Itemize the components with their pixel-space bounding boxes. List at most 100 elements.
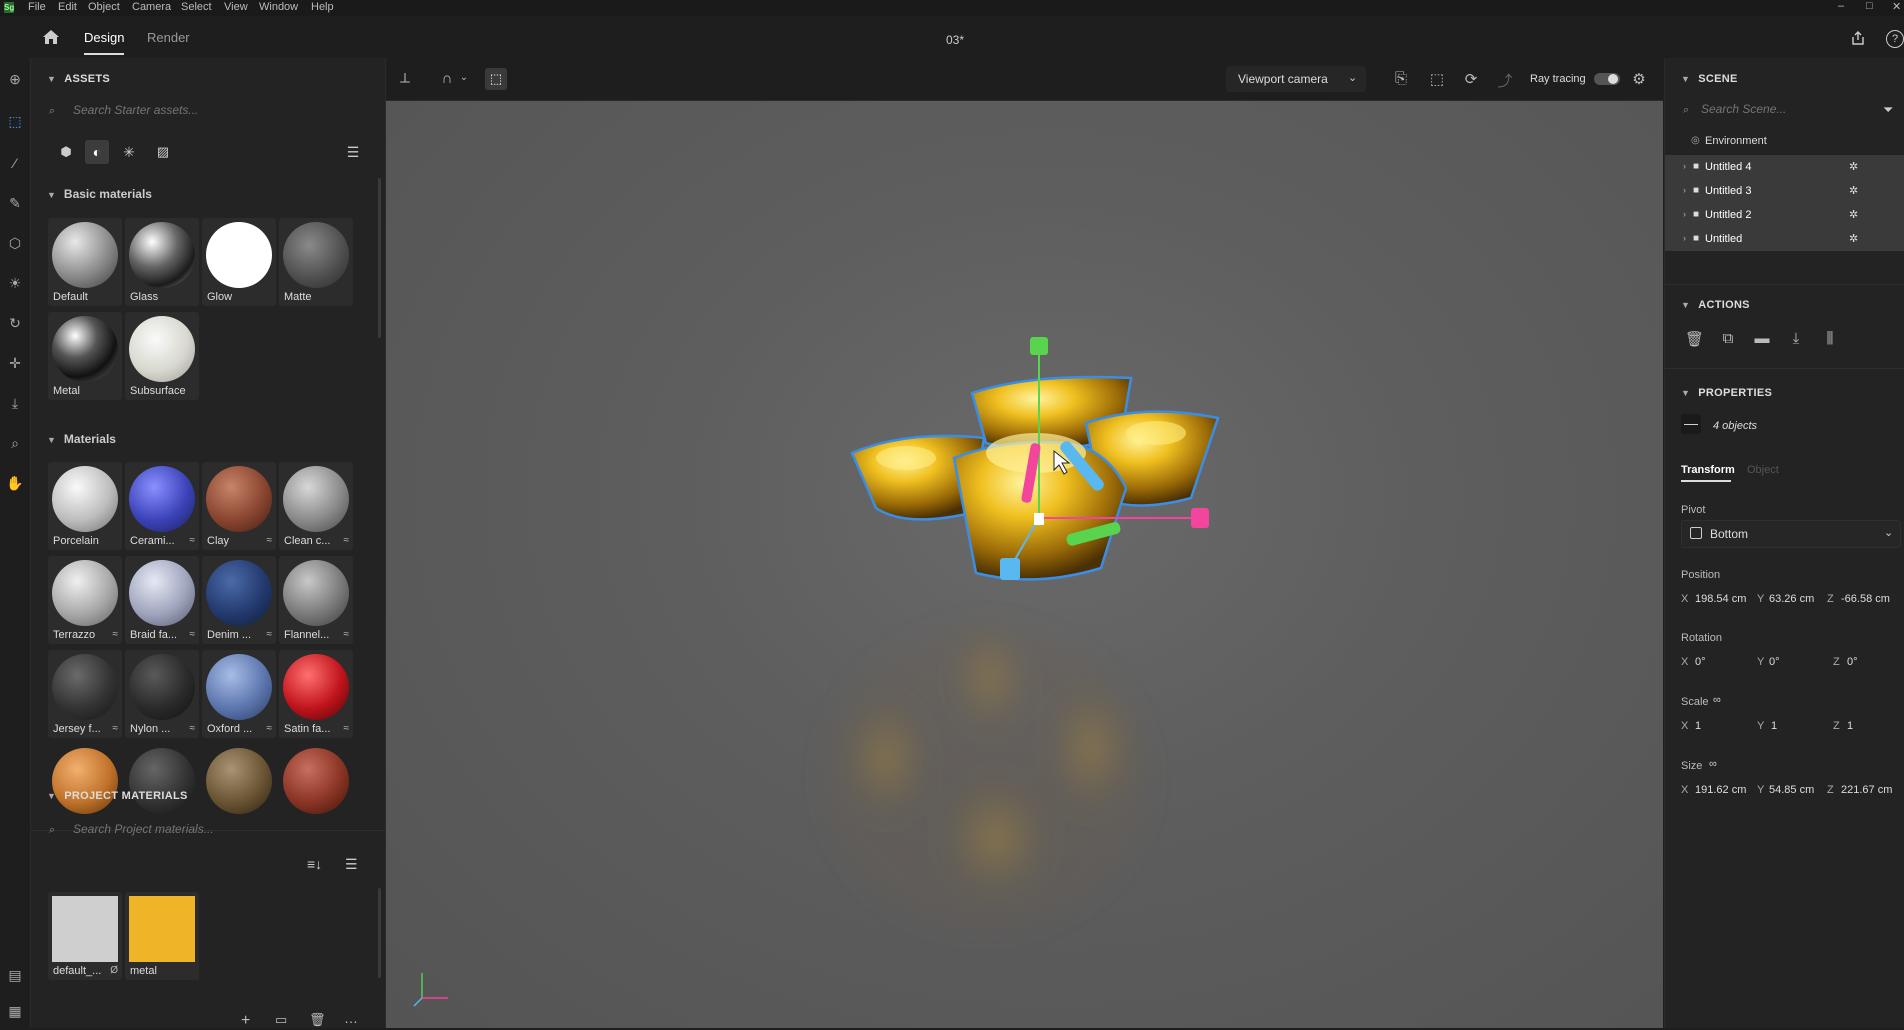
material-swatch[interactable]: Cerami... ≈ <box>125 462 199 550</box>
ray-tracing-toggle[interactable] <box>1594 73 1620 85</box>
images-filter-icon[interactable]: ▨ <box>153 142 173 162</box>
tab-object[interactable]: Object <box>1747 464 1779 476</box>
scale-z-field[interactable]: 1 <box>1847 720 1853 732</box>
project-material-swatch[interactable]: metal <box>125 892 199 980</box>
magnet-snap-icon[interactable]: ∩ <box>438 70 456 87</box>
material-swatch[interactable]: Nylon ... ≈ <box>125 650 199 738</box>
drop-to-ground-icon[interactable]: ⤓ <box>1787 330 1805 347</box>
options-icon[interactable]: ≈ <box>190 629 196 640</box>
tab-transform[interactable]: Transform <box>1681 464 1735 476</box>
move-icon[interactable]: ✛ <box>6 354 24 372</box>
toolbox-icon[interactable]: ▦ <box>6 1002 24 1020</box>
project-material-swatch[interactable]: default_... Ø <box>48 892 122 980</box>
chevron-right-icon[interactable]: › <box>1683 233 1686 243</box>
options-icon[interactable]: ≈ <box>267 723 273 734</box>
frame-selection-icon[interactable]: ⬚ <box>1428 70 1446 88</box>
lights-filter-icon[interactable]: ✳ <box>119 142 139 162</box>
align-icon[interactable]: ⫼ <box>1821 330 1839 347</box>
pan-hand-icon[interactable]: ✋ <box>6 474 24 492</box>
menu-edit[interactable]: Edit <box>58 1 77 13</box>
filter-icon[interactable]: ⏷ <box>1883 102 1893 118</box>
materials-header[interactable]: ▼ Materials <box>47 432 116 446</box>
layers-icon[interactable]: ▤ <box>6 966 24 984</box>
properties-header[interactable]: ▼ PROPERTIES <box>1681 387 1772 399</box>
link-icon[interactable]: ∞ <box>1709 758 1717 770</box>
scene-item[interactable]: › ■ Untitled 4 ✲ <box>1665 156 1904 178</box>
material-swatch[interactable]: Flannel... ≈ <box>279 556 353 644</box>
list-view-icon[interactable]: ☰ <box>343 142 363 162</box>
material-swatch[interactable]: Subsurface <box>125 312 199 400</box>
link-icon[interactable]: ∞ <box>1713 694 1721 706</box>
select-tool-icon[interactable]: ⬚ <box>6 112 24 130</box>
material-swatch[interactable]: Glow <box>202 218 276 306</box>
material-swatch[interactable]: Default <box>48 218 122 306</box>
lighting-icon[interactable]: ☀ <box>6 274 24 292</box>
assets-header[interactable]: ▼ ASSETS <box>47 73 110 85</box>
material-swatch[interactable]: Metal <box>48 312 122 400</box>
chevron-right-icon[interactable]: › <box>1683 161 1686 171</box>
material-swatch[interactable]: Jersey f... ≈ <box>48 650 122 738</box>
scene-item-environment[interactable]: ◎ Environment <box>1665 130 1904 152</box>
magic-wand-icon[interactable]: ⁄ <box>6 154 24 172</box>
add-material-icon[interactable]: + <box>241 1012 250 1030</box>
camera-bookmark-icon[interactable]: ⎘ <box>1392 70 1410 87</box>
duplicate-icon[interactable]: ⧉ <box>1719 330 1737 347</box>
list-view-icon[interactable]: ☰ <box>345 856 358 873</box>
options-icon[interactable]: ≈ <box>190 723 196 734</box>
scrollbar[interactable] <box>378 888 381 978</box>
orbit-icon[interactable]: ↻ <box>6 314 24 332</box>
material-swatch[interactable]: Satin fa... ≈ <box>279 650 353 738</box>
scene-search-input[interactable] <box>1699 101 1873 117</box>
material-swatch[interactable]: Porcelain <box>48 462 122 550</box>
scene-item[interactable]: › ■ Untitled 3 ✲ <box>1665 180 1904 202</box>
materials-filter-icon[interactable]: ◐ <box>85 140 109 164</box>
actions-header[interactable]: ▼ ACTIONS <box>1681 299 1750 311</box>
position-z-field[interactable]: -66.58 cm <box>1841 593 1890 605</box>
options-icon[interactable]: ≈ <box>344 629 350 640</box>
scale-x-field[interactable]: 1 <box>1695 720 1701 732</box>
material-swatch[interactable]: Clay ≈ <box>202 462 276 550</box>
material-swatch[interactable]: Glass <box>125 218 199 306</box>
maximize-button[interactable]: □ <box>1866 0 1873 12</box>
add-icon[interactable]: ⊕ <box>6 70 24 88</box>
material-swatch[interactable]: Terrazzo ≈ <box>48 556 122 644</box>
folder-icon[interactable]: ▭ <box>275 1012 287 1028</box>
menu-object[interactable]: Object <box>88 1 120 13</box>
delete-icon[interactable]: 🗑 <box>1685 330 1704 348</box>
rotation-x-field[interactable]: 0° <box>1695 656 1706 668</box>
options-icon[interactable]: ≈ <box>267 535 273 546</box>
viewport[interactable] <box>386 58 1663 1028</box>
menu-help[interactable]: Help <box>311 1 334 13</box>
minimize-button[interactable]: – <box>1838 0 1844 12</box>
material-swatch[interactable]: Oxford ... ≈ <box>202 650 276 738</box>
rotation-y-field[interactable]: 0° <box>1769 656 1780 668</box>
rotate-camera-icon[interactable]: ⟳ <box>1462 70 1480 88</box>
menu-camera[interactable]: Camera <box>132 1 171 13</box>
drop-to-ground-icon[interactable]: ⤓ <box>6 394 24 412</box>
close-button[interactable]: ✕ <box>1892 0 1901 13</box>
visibility-icon[interactable]: ✲ <box>1849 232 1858 245</box>
scale-y-field[interactable]: 1 <box>1771 720 1777 732</box>
home-button[interactable] <box>42 29 60 48</box>
rotation-z-field[interactable]: 0° <box>1847 656 1858 668</box>
chevron-right-icon[interactable]: › <box>1683 185 1686 195</box>
size-y-field[interactable]: 54.85 cm <box>1769 784 1814 796</box>
material-swatch[interactable]: Braid fa... ≈ <box>125 556 199 644</box>
scene-item[interactable]: › ■ Untitled 2 ✲ <box>1665 204 1904 226</box>
project-materials-search-input[interactable] <box>71 821 355 837</box>
menu-file[interactable]: File <box>28 1 46 13</box>
options-icon[interactable]: ≈ <box>344 723 350 734</box>
options-icon[interactable]: ≈ <box>267 629 273 640</box>
pivot-dropdown[interactable]: Bottom ⌄ <box>1681 520 1901 548</box>
scene-item[interactable]: › ■ Untitled ✲ <box>1665 228 1904 250</box>
material-swatch[interactable]: Matte <box>279 218 353 306</box>
transform-axis-icon[interactable]: ⟂ <box>396 70 414 87</box>
material-swatch[interactable]: Denim ... ≈ <box>202 556 276 644</box>
visibility-icon[interactable]: ✲ <box>1849 160 1858 173</box>
position-x-field[interactable]: 198.54 cm <box>1695 593 1746 605</box>
sort-icon[interactable]: ≡↓ <box>307 856 322 872</box>
cube-icon[interactable]: ⬡ <box>6 234 24 252</box>
share-button[interactable] <box>1850 30 1866 49</box>
visibility-icon[interactable]: ✲ <box>1849 184 1858 197</box>
scrollbar[interactable] <box>378 178 381 338</box>
